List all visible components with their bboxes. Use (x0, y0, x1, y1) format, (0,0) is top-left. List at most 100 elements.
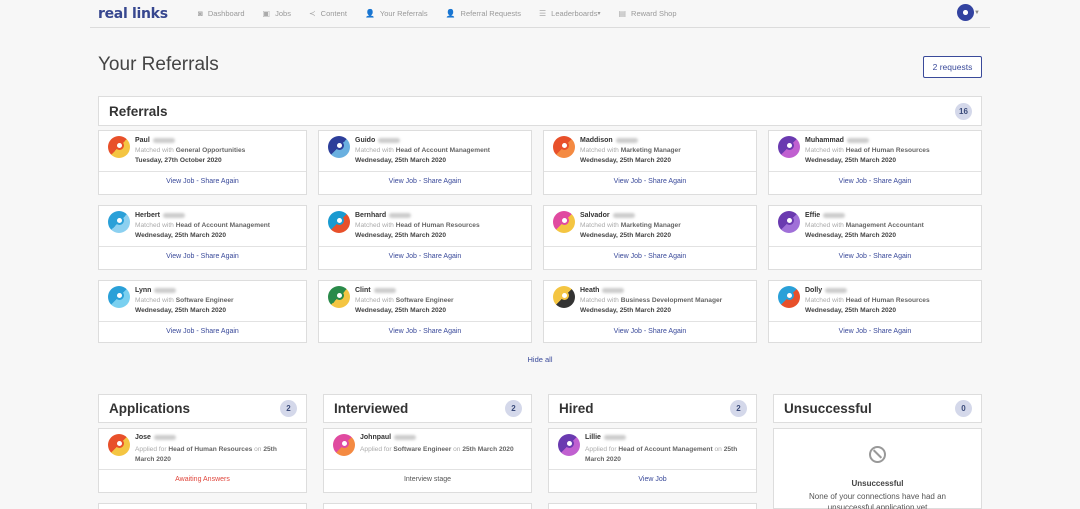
redacted-surname (602, 287, 625, 293)
shop-icon: ▤ (618, 9, 627, 18)
nav-item-referral-requests[interactable]: 👤 Referral Requests (446, 9, 521, 18)
referral-match: Matched with Head of Account Management (355, 147, 490, 154)
referral-date: Wednesday, 25th March 2020 (805, 232, 897, 239)
avatar (108, 286, 130, 308)
referral-date: Wednesday, 25th March 2020 (805, 157, 897, 164)
view-job-link[interactable]: View Job (389, 178, 417, 185)
application-action[interactable]: View Job (549, 476, 756, 483)
nav-item-reward-shop[interactable]: ▤ Reward Shop (618, 9, 676, 18)
view-job-link[interactable]: View Job (389, 253, 417, 260)
applied-for: Applied for Head of Account Management o… (585, 446, 738, 463)
nav-item-dashboard[interactable]: ◙ Dashboard (198, 9, 245, 18)
nav-item-label: Leaderboards (551, 9, 598, 18)
stage-header-hired: Hired 2 (548, 394, 757, 423)
nav-item-label: Reward Shop (631, 9, 677, 18)
referral-card-body: Clint Matched with Software Engineer Wedne… (319, 281, 531, 322)
view-job-link[interactable]: View Job (614, 328, 642, 335)
referral-actions: View Job - Share Again (319, 328, 531, 335)
avatar (553, 286, 575, 308)
view-job-link[interactable]: View Job (614, 253, 642, 260)
share-again-link[interactable]: Share Again (423, 328, 461, 335)
nav-item-content[interactable]: ≺ Content (309, 9, 347, 18)
nav-item-your-referrals[interactable]: 👤 Your Referrals (365, 9, 428, 18)
applicant-name: Johnpaul (360, 434, 417, 441)
referral-date: Tuesday, 27th October 2020 (135, 157, 222, 164)
redacted-surname (612, 212, 635, 218)
referral-name: Paul (135, 137, 175, 144)
referral-date: Wednesday, 25th March 2020 (805, 307, 897, 314)
application-action[interactable]: Interview stage (324, 476, 531, 483)
referral-date: Wednesday, 25th March 2020 (355, 157, 447, 164)
referral-card: Salvador Matched with Marketing Manager We… (543, 205, 757, 270)
nav-item-label: Content (320, 9, 347, 18)
applied-for: Applied for Software Engineer on 25th Ma… (360, 446, 514, 453)
stage-header-applications: Applications 2 (98, 394, 307, 423)
stage-count-badge: 2 (505, 400, 522, 417)
share-again-link[interactable]: Share Again (648, 178, 686, 185)
share-again-link[interactable]: Share Again (648, 328, 686, 335)
stage-header-unsuccessful: Unsuccessful 0 (773, 394, 982, 423)
view-job-link[interactable]: View Job (839, 328, 867, 335)
referral-match: Matched with General Opportunities (135, 147, 246, 154)
share-again-link[interactable]: Share Again (423, 178, 461, 185)
stage-title: Hired (559, 401, 594, 416)
view-job-link[interactable]: View Job (166, 328, 194, 335)
referral-date: Wednesday, 25th March 2020 (355, 307, 447, 314)
avatar (108, 434, 130, 456)
share-again-link[interactable]: Share Again (201, 328, 239, 335)
referral-match: Matched with Head of Account Management (135, 222, 270, 229)
referral-name: Maddison (580, 137, 638, 144)
nav-item-leaderboards[interactable]: ☰ Leaderboards ▾ (539, 9, 600, 18)
referral-card: Heath Matched with Business Development M… (543, 280, 757, 343)
share-again-link[interactable]: Share Again (873, 328, 911, 335)
ban-icon (869, 446, 886, 463)
application-card-body: Johnpaul Applied for Software Engineer on… (324, 429, 531, 470)
referral-match: Matched with Head of Human Resources (355, 222, 480, 229)
redacted-surname (153, 434, 176, 440)
share-again-link[interactable]: Share Again (423, 253, 461, 260)
user-avatar[interactable] (957, 4, 974, 21)
redacted-surname (823, 212, 846, 218)
referral-name: Heath (580, 287, 625, 294)
referral-card-body: Paul Matched with General Opportunities Tu… (99, 131, 306, 172)
avatar (778, 136, 800, 158)
referral-card-body: Heath Matched with Business Development M… (544, 281, 756, 322)
chevron-down-icon[interactable]: ▼ (974, 10, 980, 16)
stage-count-badge: 0 (955, 400, 972, 417)
avatar (333, 434, 355, 456)
view-job-link[interactable]: View Job (166, 178, 194, 185)
share-again-link[interactable]: Share Again (648, 253, 686, 260)
view-job-link[interactable]: View Job (389, 328, 417, 335)
view-job-link[interactable]: View Job (166, 253, 194, 260)
referral-card-body: Lynn Matched with Software Engineer Wednes… (99, 281, 306, 322)
view-job-link[interactable]: View Job (839, 178, 867, 185)
referral-card: Paul Matched with General Opportunities Tu… (98, 130, 307, 195)
logo[interactable]: real links (98, 6, 198, 22)
hide-all-link[interactable]: Hide all (0, 355, 1080, 364)
requests-button[interactable]: 2 requests (923, 56, 982, 78)
view-job-link[interactable]: View Job (614, 178, 642, 185)
share-again-link[interactable]: Share Again (873, 178, 911, 185)
view-job-link[interactable]: View Job (839, 253, 867, 260)
referral-card: Herbert Matched with Head of Account Mana… (98, 205, 307, 270)
share-again-link[interactable]: Share Again (201, 178, 239, 185)
application-action[interactable]: Awaiting Answers (99, 476, 306, 483)
share-again-link[interactable]: Share Again (201, 253, 239, 260)
user-plus-icon: 👤 (445, 9, 456, 18)
share-again-link[interactable]: Share Again (873, 253, 911, 260)
referral-actions: View Job - Share Again (544, 253, 756, 260)
referral-match: Matched with Management Accountant (805, 222, 924, 229)
referral-name: Salvador (580, 212, 635, 219)
referral-match: Matched with Marketing Manager (580, 222, 681, 229)
applicant-name: Lillie (585, 434, 626, 441)
avatar (108, 211, 130, 233)
briefcase-icon: ▣ (262, 9, 271, 18)
referral-actions: View Job - Share Again (769, 328, 981, 335)
referral-actions: View Job - Share Again (769, 178, 981, 185)
referral-card-body: Salvador Matched with Marketing Manager We… (544, 206, 756, 247)
dashboard-icon: ◙ (198, 9, 203, 18)
nav-item-jobs[interactable]: ▣ Jobs (263, 9, 291, 18)
referral-card: Lynn Matched with Software Engineer Wednes… (98, 280, 307, 343)
avatar (328, 286, 350, 308)
referral-actions: View Job - Share Again (544, 328, 756, 335)
